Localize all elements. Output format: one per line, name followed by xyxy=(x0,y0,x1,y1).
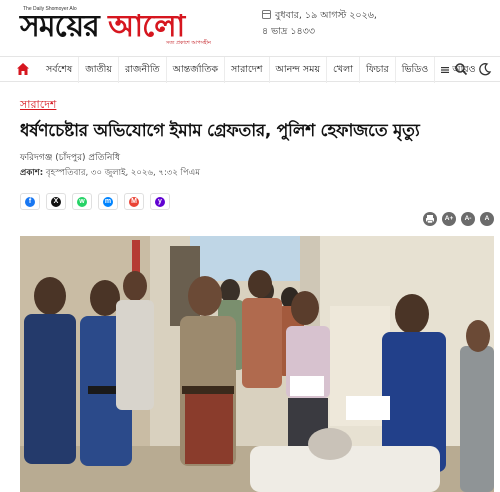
main-nav: সর্বশেষ জাতীয় রাজনীতি আন্তর্জাতিক সারাদ… xyxy=(0,56,500,83)
nav-item-sports[interactable]: খেলা xyxy=(327,57,360,83)
print-button[interactable] xyxy=(423,212,437,226)
share-x-button[interactable]: X xyxy=(46,193,66,210)
masthead: The Daily Shomoyer Alo সময়ের আলো সত্য প… xyxy=(0,0,500,54)
date-english: বুধবার, ১৯ আগস্ট ২০২৬, xyxy=(275,10,377,21)
nav-items: সর্বশেষ জাতীয় রাজনীতি আন্তর্জাতিক সারাদ… xyxy=(40,57,482,83)
yahoo-icon: y xyxy=(155,196,165,207)
x-icon: X xyxy=(51,196,61,207)
facebook-icon: f xyxy=(25,196,35,207)
article-photo xyxy=(20,236,494,492)
logo-text-part2: আলো xyxy=(108,9,185,44)
messenger-icon: m xyxy=(103,196,113,207)
whatsapp-icon: w xyxy=(77,196,87,207)
date-box: বুধবার, ১৯ আগস্ট ২০২৬, ৪ ভাদ্র ১৪৩৩ xyxy=(262,8,382,40)
nav-item-video[interactable]: ভিডিও xyxy=(396,57,436,83)
font-increase-button[interactable]: A+ xyxy=(442,212,456,226)
nav-item-latest[interactable]: সর্বশেষ xyxy=(40,57,80,83)
nav-item-entertainment[interactable]: আনন্দ সময় xyxy=(270,57,328,83)
published-value: বৃহস্পতিবার, ৩০ জুলাই, ২০২৬, ৭:৩২ পিএম xyxy=(43,168,200,178)
share-yahoo-button[interactable]: y xyxy=(150,193,170,210)
share-whatsapp-button[interactable]: w xyxy=(72,193,92,210)
menu-icon xyxy=(441,67,450,73)
share-gmail-button[interactable]: M xyxy=(124,193,144,210)
nav-icons xyxy=(454,62,492,76)
share-facebook-button[interactable]: f xyxy=(20,193,40,210)
nav-item-countrywide[interactable]: সারাদেশ xyxy=(225,57,270,83)
font-decrease-button[interactable]: A- xyxy=(461,212,475,226)
logo-slogan: সত্য প্রকাশে আপসহীন xyxy=(166,40,211,46)
home-icon[interactable] xyxy=(16,62,30,76)
search-icon[interactable] xyxy=(454,62,468,76)
calendar-icon xyxy=(262,10,271,19)
photo-illustration xyxy=(20,236,494,492)
site-logo[interactable]: The Daily Shomoyer Alo সময়ের আলো সত্য প… xyxy=(20,6,220,46)
published-label: প্রকাশ: xyxy=(20,168,44,178)
nav-item-feature[interactable]: ফিচার xyxy=(360,57,396,83)
logo-text-part1: সময়ের xyxy=(20,9,109,44)
article-byline: ফরিদগঞ্জ (চাঁদপুর) প্রতিনিধি xyxy=(20,153,121,163)
share-messenger-button[interactable]: m xyxy=(98,193,118,210)
published-time: প্রকাশ: বৃহস্পতিবার, ৩০ জুলাই, ২০২৬, ৭:৩… xyxy=(20,166,200,180)
share-row: f X w m M y xyxy=(20,193,170,210)
font-reset-button[interactable]: A xyxy=(480,212,494,226)
nav-item-politics[interactable]: রাজনীতি xyxy=(119,57,167,83)
gmail-icon: M xyxy=(129,196,139,207)
print-icon xyxy=(426,215,434,224)
nav-item-international[interactable]: আন্তর্জাতিক xyxy=(167,57,226,83)
article-tools: A+ A- A xyxy=(423,212,494,226)
dark-mode-icon[interactable] xyxy=(478,62,492,76)
date-bangla: ৪ ভাদ্র ১৪৩৩ xyxy=(262,26,316,37)
section-link[interactable]: সারাদেশ xyxy=(20,96,56,115)
article-headline: ধর্ষণচেষ্টার অভিযোগে ইমাম গ্রেফতার, পুলি… xyxy=(20,121,420,141)
nav-item-national[interactable]: জাতীয় xyxy=(79,57,119,83)
logo-text: সময়ের আলো xyxy=(20,9,185,44)
